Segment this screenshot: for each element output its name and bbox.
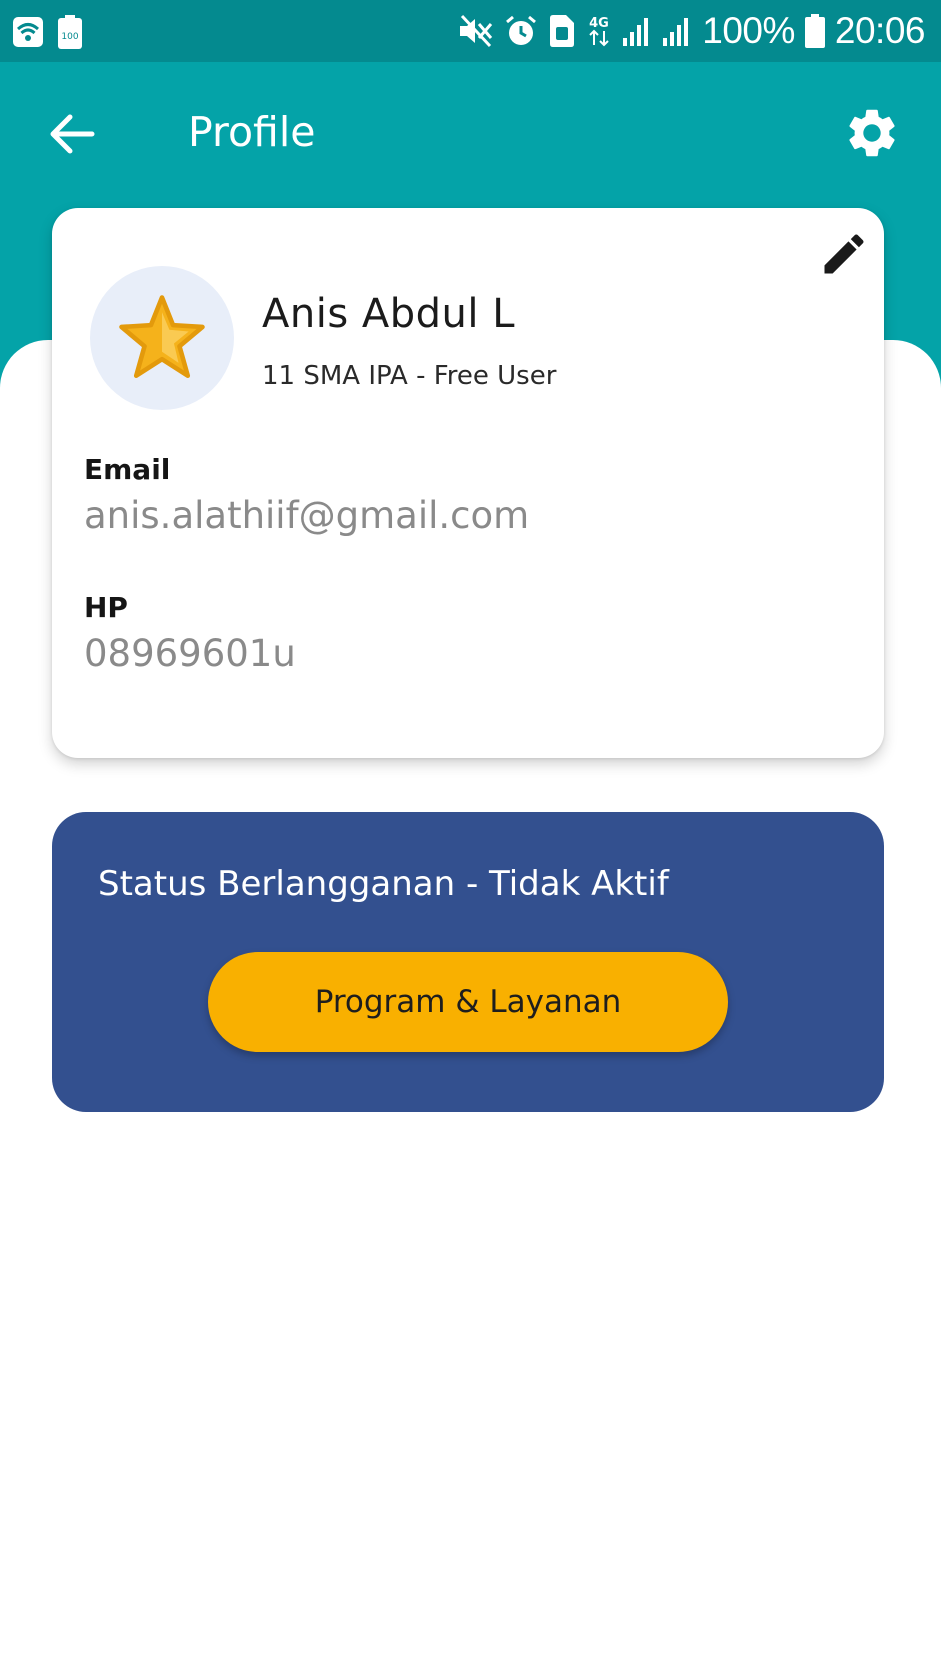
network-type-text: 4G [589,16,609,31]
back-button[interactable] [44,106,100,162]
profile-screen: 100 4G 100% 20:06 Profile Anis Abdul L 1… [0,0,941,1672]
signal-icon [662,16,692,46]
signal-icon [622,16,652,46]
profile-card: Anis Abdul L 11 SMA IPA - Free User Emai… [52,208,884,758]
alarm-icon [504,14,538,48]
status-bar: 100 4G 100% 20:06 [0,0,941,62]
battery-badge-text: 100 [61,32,78,42]
settings-button[interactable] [843,104,901,162]
subscription-status: Status Berlangganan - Tidak Aktif [98,864,669,904]
battery-icon [804,14,825,48]
wifi-icon [12,16,44,48]
email-value: anis.alathiif@gmail.com [84,494,530,537]
mute-icon [458,14,494,48]
sim-icon [548,14,576,48]
email-label: Email [84,453,171,486]
page-title: Profile [188,108,316,156]
app-bar: Profile [0,62,941,212]
status-bar-right: 4G 100% 20:06 [458,10,926,52]
phone-label: HP [84,591,128,624]
pencil-icon [824,234,864,274]
data-arrows-icon: 4G [586,14,612,48]
gear-icon [849,109,895,157]
arrow-left-icon [50,114,95,154]
edit-profile-button[interactable] [818,228,870,280]
battery-saver-icon: 100 [58,15,82,49]
user-class-status: 11 SMA IPA - Free User [262,361,557,391]
status-bar-left: 100 [12,14,82,50]
phone-value: 08969601u [84,632,296,675]
program-services-button[interactable]: Program & Layanan [208,952,728,1052]
subscription-card: Status Berlangganan - Tidak Aktif Progra… [52,812,884,1112]
clock-time: 20:06 [834,10,926,51]
avatar [90,266,234,410]
star-icon [119,295,205,379]
battery-percent: 100% [702,10,795,51]
user-name: Anis Abdul L [262,291,515,337]
